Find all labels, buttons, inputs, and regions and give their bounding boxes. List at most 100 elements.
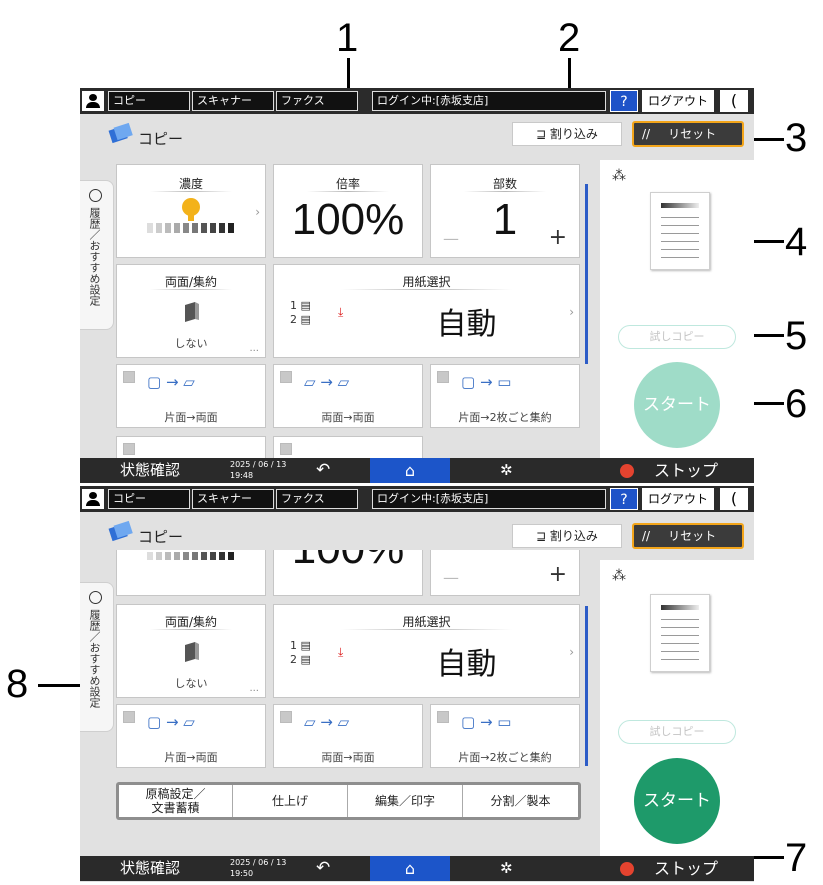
tab-finishing[interactable]: 仕上げ xyxy=(233,785,348,817)
tab-split-booklet[interactable]: 分割／製本 xyxy=(463,785,578,817)
copies-plus-button[interactable]: + xyxy=(549,225,567,250)
more-icon: ... xyxy=(249,343,259,354)
tray-icon: 1 ▤ 2 ▤ xyxy=(290,639,311,666)
density-tile[interactable]: 濃度 › xyxy=(116,164,266,258)
reset-label: リセット xyxy=(668,127,717,141)
density-tile[interactable] xyxy=(116,550,266,596)
preset-combine-2in1[interactable]: ▢ → ▭ 片面→2枚ごと集約 xyxy=(430,364,580,428)
tab-copy[interactable]: コピー xyxy=(108,91,190,111)
copies-tile[interactable]: 部数 1 — + xyxy=(430,164,580,258)
chevron-right-icon: › xyxy=(569,645,574,659)
reset-button[interactable]: // リセット xyxy=(632,523,744,549)
trial-copy-button[interactable]: 試しコピー xyxy=(618,325,736,349)
preset-label: 片面→両面 xyxy=(164,751,218,764)
night-mode-icon[interactable]: ( xyxy=(720,488,748,510)
status-check-button[interactable]: 状態確認 xyxy=(120,856,180,881)
clock-icon xyxy=(89,591,102,604)
tab-scanner[interactable]: スキャナー xyxy=(192,489,274,509)
duplex-tile[interactable]: 両面/集約 しない ... xyxy=(116,604,266,698)
preset-duplex-to-duplex[interactable]: ▱ → ▱ 両面→両面 xyxy=(273,364,423,428)
start-button[interactable]: スタート xyxy=(634,758,720,844)
preset-partial[interactable] xyxy=(116,436,266,460)
logout-button[interactable]: ログアウト xyxy=(642,488,714,510)
tab-copy[interactable]: コピー xyxy=(108,489,190,509)
callout-5: 5 xyxy=(785,314,808,358)
tab-scanner[interactable]: スキャナー xyxy=(192,91,274,111)
duplex-label: 両面/集約 xyxy=(164,615,218,629)
scrollbar[interactable] xyxy=(585,184,588,364)
stop-button[interactable]: ストップ xyxy=(654,856,718,881)
preset-icon: ▢ → ▱ xyxy=(147,373,195,391)
preset-checkbox[interactable] xyxy=(123,371,135,383)
density-slider[interactable] xyxy=(145,197,241,237)
copies-minus-button[interactable]: — xyxy=(443,229,459,248)
preset-simplex-to-duplex[interactable]: ▢ → ▱ 片面→両面 xyxy=(116,704,266,768)
start-button[interactable]: スタート xyxy=(634,362,720,448)
density-label: 濃度 xyxy=(178,177,203,191)
preset-duplex-to-duplex[interactable]: ▱ → ▱ 両面→両面 xyxy=(273,704,423,768)
tab-fax[interactable]: ファクス xyxy=(276,489,358,509)
help-button[interactable]: ? xyxy=(610,90,638,112)
history-tab-label: 履歴／おすすめ設定 xyxy=(88,609,101,708)
duplex-tile[interactable]: 両面/集約 しない ... xyxy=(116,264,266,358)
clock-display: 2025 / 06 / 13 19:50 xyxy=(230,857,286,879)
clock-display: 2025 / 06 / 13 19:48 xyxy=(230,459,286,481)
preview-thumbnail[interactable] xyxy=(650,594,710,672)
user-icon[interactable] xyxy=(82,91,104,111)
date-text: 2025 / 06 / 13 xyxy=(230,460,287,469)
copies-minus-button[interactable]: — xyxy=(443,568,459,587)
tab-fax[interactable]: ファクス xyxy=(276,91,358,111)
ratio-tile[interactable]: 倍率 100% xyxy=(273,164,423,258)
home-icon[interactable]: ⌂ xyxy=(370,458,450,483)
interrupt-button[interactable]: ⊒ 割り込み xyxy=(512,122,622,146)
preview-thumbnail[interactable] xyxy=(650,192,710,270)
callout-6: 6 xyxy=(785,382,808,426)
night-mode-icon[interactable]: ( xyxy=(720,90,748,112)
stop-button[interactable]: ストップ xyxy=(654,458,718,483)
history-side-tab[interactable]: 履歴／おすすめ設定 xyxy=(80,582,114,732)
tab-edit-stamp[interactable]: 編集／印字 xyxy=(348,785,463,817)
preset-combine-2in1[interactable]: ▢ → ▭ 片面→2枚ごと集約 xyxy=(430,704,580,768)
preset-checkbox[interactable] xyxy=(123,711,135,723)
status-check-button[interactable]: 状態確認 xyxy=(120,458,180,483)
trial-copy-button[interactable]: 試しコピー xyxy=(618,720,736,744)
user-icon[interactable] xyxy=(82,489,104,509)
back-icon[interactable]: ↶ xyxy=(316,458,330,483)
preset-label: 片面→両面 xyxy=(164,411,218,424)
history-side-tab[interactable]: 履歴／おすすめ設定 xyxy=(80,180,114,330)
paper-select-tile[interactable]: 用紙選択 1 ▤ 2 ▤ ⤓ 自動 › xyxy=(273,264,580,358)
color-mode-icon: ⁂ xyxy=(612,168,626,184)
settings-icon[interactable]: ✲ xyxy=(500,856,513,881)
paper-select-tile[interactable]: 用紙選択 1 ▤ 2 ▤ ⤓ 自動 › xyxy=(273,604,580,698)
settings-icon[interactable]: ✲ xyxy=(500,458,513,483)
preset-partial[interactable] xyxy=(273,436,423,460)
interrupt-icon: ⊒ xyxy=(536,127,550,141)
duplex-value: しない xyxy=(174,677,208,690)
back-icon[interactable]: ↶ xyxy=(316,856,330,881)
help-button[interactable]: ? xyxy=(610,488,638,510)
scrollbar[interactable] xyxy=(585,606,588,766)
preset-icon: ▢ → ▱ xyxy=(147,713,195,731)
preset-checkbox[interactable] xyxy=(437,711,449,723)
ratio-tile[interactable]: 100% xyxy=(273,550,423,596)
preset-checkbox[interactable] xyxy=(280,443,292,455)
preset-checkbox[interactable] xyxy=(437,371,449,383)
paper-select-label: 用紙選択 xyxy=(402,615,451,629)
tray-icon: 1 ▤ 2 ▤ xyxy=(290,299,311,326)
preset-simplex-to-duplex[interactable]: ▢ → ▱ 片面→両面 xyxy=(116,364,266,428)
logout-button[interactable]: ログアウト xyxy=(642,90,714,112)
copies-plus-button[interactable]: + xyxy=(549,562,567,587)
copy-screen-2: コピー スキャナー ファクス ログイン中:[赤坂支店] ? ログアウト ( コピ… xyxy=(80,486,754,882)
preset-checkbox[interactable] xyxy=(280,371,292,383)
tab-original-settings[interactable]: 原稿設定／ 文書蓄積 xyxy=(119,785,233,817)
copy-app-icon xyxy=(108,520,133,542)
preset-checkbox[interactable] xyxy=(123,443,135,455)
home-icon[interactable]: ⌂ xyxy=(370,856,450,881)
login-status: ログイン中:[赤坂支店] xyxy=(372,489,606,509)
copies-tile[interactable]: — + xyxy=(430,550,580,596)
interrupt-button[interactable]: ⊒ 割り込み xyxy=(512,524,622,548)
reset-button[interactable]: // リセット xyxy=(632,121,744,147)
preset-checkbox[interactable] xyxy=(280,711,292,723)
callout-3: 3 xyxy=(785,116,808,160)
preset-icon: ▱ → ▱ xyxy=(304,713,350,731)
